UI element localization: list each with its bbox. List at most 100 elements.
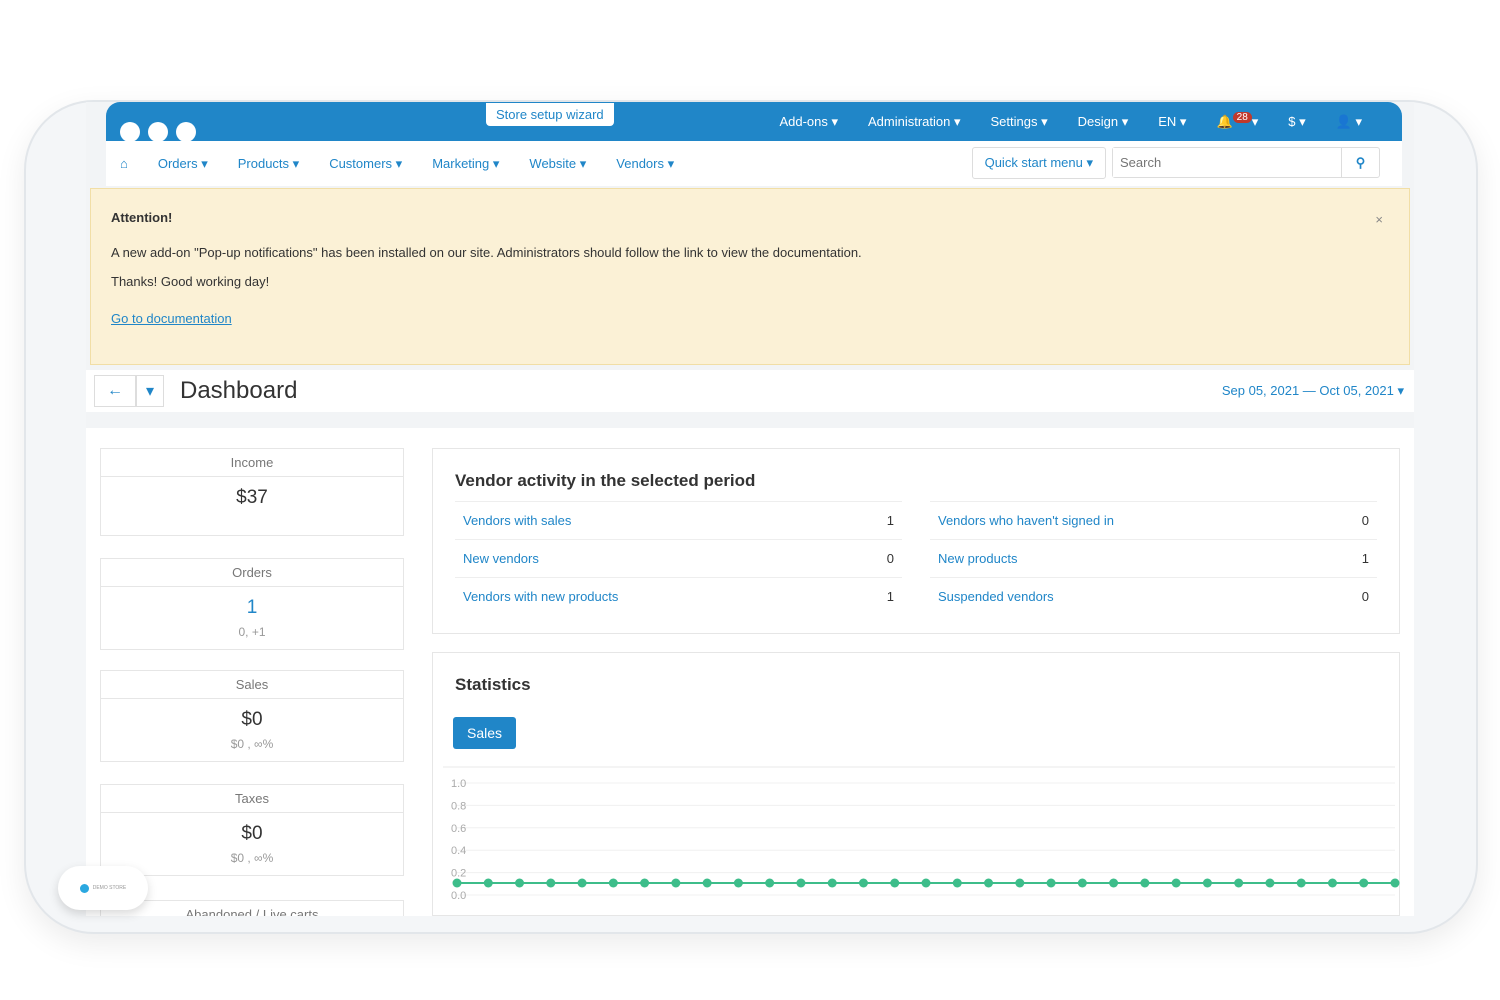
bell-icon: 🔔 [1216, 114, 1233, 129]
nav-marketing[interactable]: Marketing ▾ [432, 156, 499, 172]
home-icon[interactable]: ⌂ [120, 156, 128, 171]
data-point [921, 878, 931, 888]
search-icon[interactable]: ⚲ [1341, 148, 1379, 177]
store-setup-wizard-button[interactable]: Store setup wizard [486, 103, 614, 126]
suspended-vendors-link[interactable]: Suspended vendors [938, 589, 1054, 604]
card-sub: $0 , ∞% [230, 851, 274, 865]
data-point [1296, 878, 1306, 888]
search-box: ⚲ [1112, 147, 1380, 178]
card-value: $0 [241, 709, 263, 730]
data-point [827, 878, 837, 888]
nav-products[interactable]: Products ▾ [238, 156, 299, 172]
top-bar: Store setup wizard Add-ons ▾ Administrat… [106, 102, 1402, 142]
card-title: Orders [101, 559, 403, 587]
taxes-card: Taxes $0 $0 , ∞% [100, 784, 404, 876]
tab-sales[interactable]: Sales [453, 717, 517, 749]
user-menu[interactable]: 👤 ▾ [1336, 114, 1362, 130]
y-tick-label: 1.0 [451, 778, 466, 790]
list-item: Vendors with new products 1 [455, 577, 902, 615]
y-tick-label: 0.2 [451, 868, 466, 880]
orders-card[interactable]: Orders 1 0, +1 [100, 558, 404, 650]
list-item: New vendors 0 [455, 539, 902, 577]
history-dropdown[interactable]: ▾ [136, 375, 164, 407]
nav-orders[interactable]: Orders ▾ [158, 156, 208, 172]
demo-store-badge[interactable]: DEMO STORE [58, 866, 148, 910]
card-title: Income [101, 449, 403, 477]
data-point [1140, 878, 1150, 888]
back-button[interactable]: ← [94, 375, 136, 407]
alert-title: Attention! [111, 210, 173, 225]
data-point [452, 878, 462, 888]
quick-start-menu-button[interactable]: Quick start menu ▾ [971, 147, 1106, 179]
data-point [671, 878, 681, 888]
nav-customers[interactable]: Customers ▾ [329, 156, 402, 172]
card-title: Abandoned / Live carts [101, 901, 403, 916]
menu-language[interactable]: EN ▾ [1158, 114, 1186, 130]
menu-administration[interactable]: Administration ▾ [868, 114, 961, 130]
user-icon: 👤 [1335, 114, 1352, 129]
data-point [1015, 878, 1025, 888]
income-card: Income $37 [100, 448, 404, 536]
vendors-not-signed-in-link[interactable]: Vendors who haven't signed in [938, 513, 1114, 528]
vendors-with-sales-link[interactable]: Vendors with sales [463, 513, 571, 528]
card-title: Taxes [101, 785, 403, 813]
notifications-button[interactable]: 🔔 28 ▾ [1216, 112, 1258, 130]
data-point [608, 878, 618, 888]
data-point [1327, 878, 1337, 888]
data-point [890, 878, 900, 888]
row-value: 1 [886, 589, 894, 604]
data-point [796, 878, 806, 888]
data-point [952, 878, 962, 888]
menu-add-ons[interactable]: Add-ons ▾ [779, 114, 838, 130]
card-value[interactable]: 1 [101, 587, 403, 619]
menu-settings[interactable]: Settings ▾ [991, 114, 1048, 130]
close-icon[interactable]: × [1375, 213, 1383, 226]
sales-chart: 0.0 0.2 0.4 0.6 0.8 1.0 [443, 766, 1400, 902]
list-item: Vendors who haven't signed in 0 [930, 501, 1377, 539]
card-value: $0 [241, 823, 263, 844]
data-point [1265, 878, 1275, 888]
data-point [702, 878, 712, 888]
vendors-new-products-link[interactable]: Vendors with new products [463, 589, 618, 604]
window-dots [120, 122, 196, 142]
data-point [1359, 878, 1369, 888]
row-value: 0 [1361, 589, 1369, 604]
chevron-down-icon: ▾ [145, 383, 155, 400]
documentation-link[interactable]: Go to documentation [111, 311, 232, 326]
row-value: 0 [886, 551, 894, 566]
panel-title: Statistics [455, 675, 531, 694]
list-item: New products 1 [930, 539, 1377, 577]
alert-message: A new add-on "Pop-up notifications" has … [111, 245, 862, 260]
search-input[interactable] [1113, 148, 1341, 177]
nav-vendors[interactable]: Vendors ▾ [616, 156, 674, 172]
sales-card: Sales $0 $0 , ∞% [100, 670, 404, 762]
demo-label: DEMO STORE [92, 885, 127, 891]
data-point [1046, 878, 1056, 888]
data-point [733, 878, 743, 888]
data-point [984, 878, 994, 888]
menu-design[interactable]: Design ▾ [1078, 114, 1129, 130]
data-point [577, 878, 587, 888]
carts-card: Abandoned / Live carts [100, 900, 404, 916]
data-point [640, 878, 650, 888]
data-point [765, 878, 775, 888]
row-value: 1 [886, 513, 894, 528]
date-range-picker[interactable]: Sep 05, 2021 — Oct 05, 2021 ▾ [1222, 383, 1404, 399]
new-products-link[interactable]: New products [938, 551, 1017, 566]
new-vendors-link[interactable]: New vendors [463, 551, 539, 566]
row-value: 0 [1361, 513, 1369, 528]
list-item: Suspended vendors 0 [930, 577, 1377, 615]
page-title: Dashboard [180, 377, 298, 404]
data-point [1171, 878, 1181, 888]
panel-title: Vendor activity in the selected period [455, 471, 756, 490]
card-sub: 0, +1 [238, 625, 266, 639]
alert-thanks: Thanks! Good working day! [111, 274, 270, 289]
y-tick-label: 0.6 [451, 823, 466, 835]
data-point [858, 878, 868, 888]
demo-logo-icon [79, 883, 89, 893]
nav-website[interactable]: Website ▾ [529, 156, 586, 172]
data-point [1390, 878, 1400, 888]
currency-menu[interactable]: $ ▾ [1288, 114, 1305, 130]
y-tick-label: 0.8 [451, 800, 466, 812]
y-tick-label: 0.0 [451, 890, 466, 902]
